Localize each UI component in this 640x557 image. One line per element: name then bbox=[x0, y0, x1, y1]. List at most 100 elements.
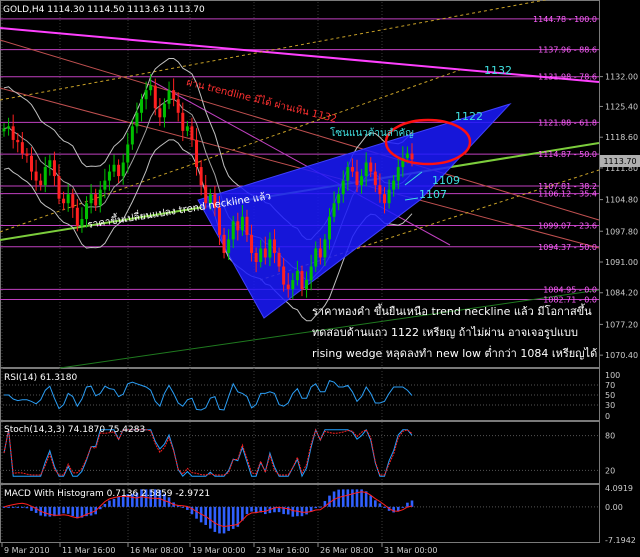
candle-body bbox=[250, 234, 254, 253]
candle-body bbox=[378, 185, 382, 195]
macd-histogram-bar bbox=[328, 495, 331, 507]
candle-body bbox=[254, 252, 258, 262]
candle-body bbox=[392, 180, 396, 190]
candle-body bbox=[48, 160, 52, 168]
fib-level-label: 1084.95 - 0.0 bbox=[543, 285, 597, 294]
candle-body bbox=[217, 207, 221, 235]
macd-title: MACD With Histogram 0.7136 2.5859 -2.972… bbox=[4, 489, 210, 499]
candle-body bbox=[341, 180, 345, 195]
macd-tick-label: -7.1942 bbox=[605, 536, 636, 545]
price-axis: 1132.001125.401118.601111.801104.801097.… bbox=[599, 73, 638, 360]
candle-body bbox=[89, 194, 93, 204]
macd-histogram-bar bbox=[108, 500, 111, 507]
macd-histogram-bar bbox=[245, 506, 249, 515]
macd-histogram-bar bbox=[392, 506, 395, 513]
candle-body bbox=[172, 90, 176, 100]
macd-histogram-bar bbox=[383, 506, 386, 508]
macd-histogram-bar bbox=[378, 503, 382, 507]
macd-histogram-bar bbox=[57, 506, 61, 515]
candle-body bbox=[117, 164, 121, 177]
candle-body bbox=[195, 139, 199, 168]
current-price: 1113.70 bbox=[603, 157, 636, 166]
price-tick-label: 1104.80 bbox=[605, 196, 638, 205]
note-line-2: ทดสอบด้านแถว 1122 เหรียญ ถ้าไม่ผ่าน อาจเ… bbox=[312, 326, 578, 339]
candle-body bbox=[314, 248, 318, 267]
price-tick-label: 1132.00 bbox=[605, 73, 638, 82]
macd-histogram-bar bbox=[103, 503, 107, 507]
candle-body bbox=[135, 112, 139, 127]
candle-body bbox=[80, 219, 84, 226]
candle-body bbox=[300, 271, 304, 290]
price-tick-label: 1070.40 bbox=[605, 351, 638, 360]
stoch-level-label: 80 bbox=[605, 432, 615, 441]
candle-body bbox=[291, 280, 295, 290]
resistance-text: โซนแนวต้านสำคัญ bbox=[330, 126, 414, 139]
candle-body bbox=[350, 167, 354, 172]
candle-body bbox=[144, 90, 148, 100]
price-tick-label: 1125.40 bbox=[605, 102, 638, 111]
macd-tick-label: 4.0919 bbox=[605, 484, 633, 493]
chart-canvas[interactable]: ผ่าน trendline มีได้ ผ่านเหิน 1132โซนแนว… bbox=[0, 0, 640, 557]
level-label-1107: 1107 bbox=[419, 188, 447, 201]
time-tick-label: 31 Mar 00:00 bbox=[384, 546, 437, 555]
time-tick-label: 19 Mar 00:00 bbox=[192, 546, 245, 555]
macd-histogram-bar bbox=[48, 506, 52, 517]
candle-body bbox=[410, 153, 414, 160]
macd-histogram-bar bbox=[21, 506, 24, 508]
level-label-1109: 1109 bbox=[432, 174, 460, 187]
candle-body bbox=[373, 171, 377, 186]
macd-histogram-bar bbox=[181, 506, 185, 508]
macd-histogram-bar bbox=[213, 506, 217, 532]
candle-body bbox=[190, 126, 194, 140]
candle-body bbox=[30, 155, 34, 172]
fib-level-label: 1131.98 - 78.6 bbox=[538, 73, 597, 82]
candle-body bbox=[222, 234, 226, 253]
candle-body bbox=[387, 189, 391, 204]
candle-body bbox=[286, 284, 290, 290]
rsi-panel: 705030 100 0 bbox=[0, 371, 620, 421]
macd-histogram-bar bbox=[11, 506, 15, 508]
candle-body bbox=[103, 180, 107, 190]
candle-body bbox=[126, 144, 130, 163]
candle-body bbox=[121, 162, 125, 177]
macd-histogram-bar bbox=[250, 506, 253, 512]
chart-window: ผ่าน trendline มีได้ ผ่านเหิน 1132 โซนแนว… bbox=[0, 0, 640, 557]
macd-histogram-bar bbox=[112, 498, 116, 507]
candle-body bbox=[240, 216, 244, 231]
candle-body bbox=[162, 103, 166, 118]
candle-body bbox=[272, 239, 276, 253]
macd-histogram-bar bbox=[66, 506, 70, 514]
macd-histogram-bar bbox=[195, 506, 198, 519]
macd-histogram-bar bbox=[254, 506, 258, 513]
candle-body bbox=[158, 108, 162, 118]
macd-histogram-bar bbox=[227, 506, 230, 531]
candle-body bbox=[62, 198, 66, 204]
macd-histogram-bar bbox=[25, 506, 29, 509]
candle-body bbox=[318, 248, 322, 258]
candle-body bbox=[25, 153, 29, 156]
macd-histogram-bar bbox=[406, 502, 409, 507]
time-tick-label: 11 Mar 16:00 bbox=[62, 546, 115, 555]
stoch-main-line bbox=[3, 428, 413, 478]
macd-histogram-bar bbox=[401, 506, 405, 508]
candle-body bbox=[98, 189, 102, 206]
fib-level-label: 1106.12 - 35.4 bbox=[538, 190, 597, 199]
macd-histogram-bar bbox=[346, 489, 350, 507]
fib-level-label: 1121.88 - 61.8 bbox=[538, 118, 597, 127]
macd-histogram-bar bbox=[305, 506, 308, 515]
candle-body bbox=[282, 266, 286, 285]
candle-body bbox=[346, 167, 350, 181]
analysis-note: ราคาทองคำ ขึ้นยืนเหนือ trend neckline แล… bbox=[312, 303, 597, 360]
macd-histogram-bar bbox=[7, 506, 10, 508]
fib-level-label: 1082.71 - 0.0 bbox=[543, 295, 597, 304]
macd-histogram-bar bbox=[374, 500, 377, 507]
macd-histogram-bar bbox=[62, 506, 65, 514]
note-line-1: ราคาทองคำ ขึ้นยืนเหนือ trend neckline แล… bbox=[312, 303, 592, 318]
candle-body bbox=[181, 112, 185, 131]
price-tick-label: 1091.00 bbox=[605, 258, 638, 267]
candle-body bbox=[20, 142, 24, 154]
candle-body bbox=[153, 85, 157, 109]
fib-labels: 1144.78 - 100.0 1137.96 - 88.6 1131.98 - 7… bbox=[533, 15, 597, 305]
stoch-level-label: 20 bbox=[605, 466, 615, 475]
candle-body bbox=[66, 194, 70, 204]
